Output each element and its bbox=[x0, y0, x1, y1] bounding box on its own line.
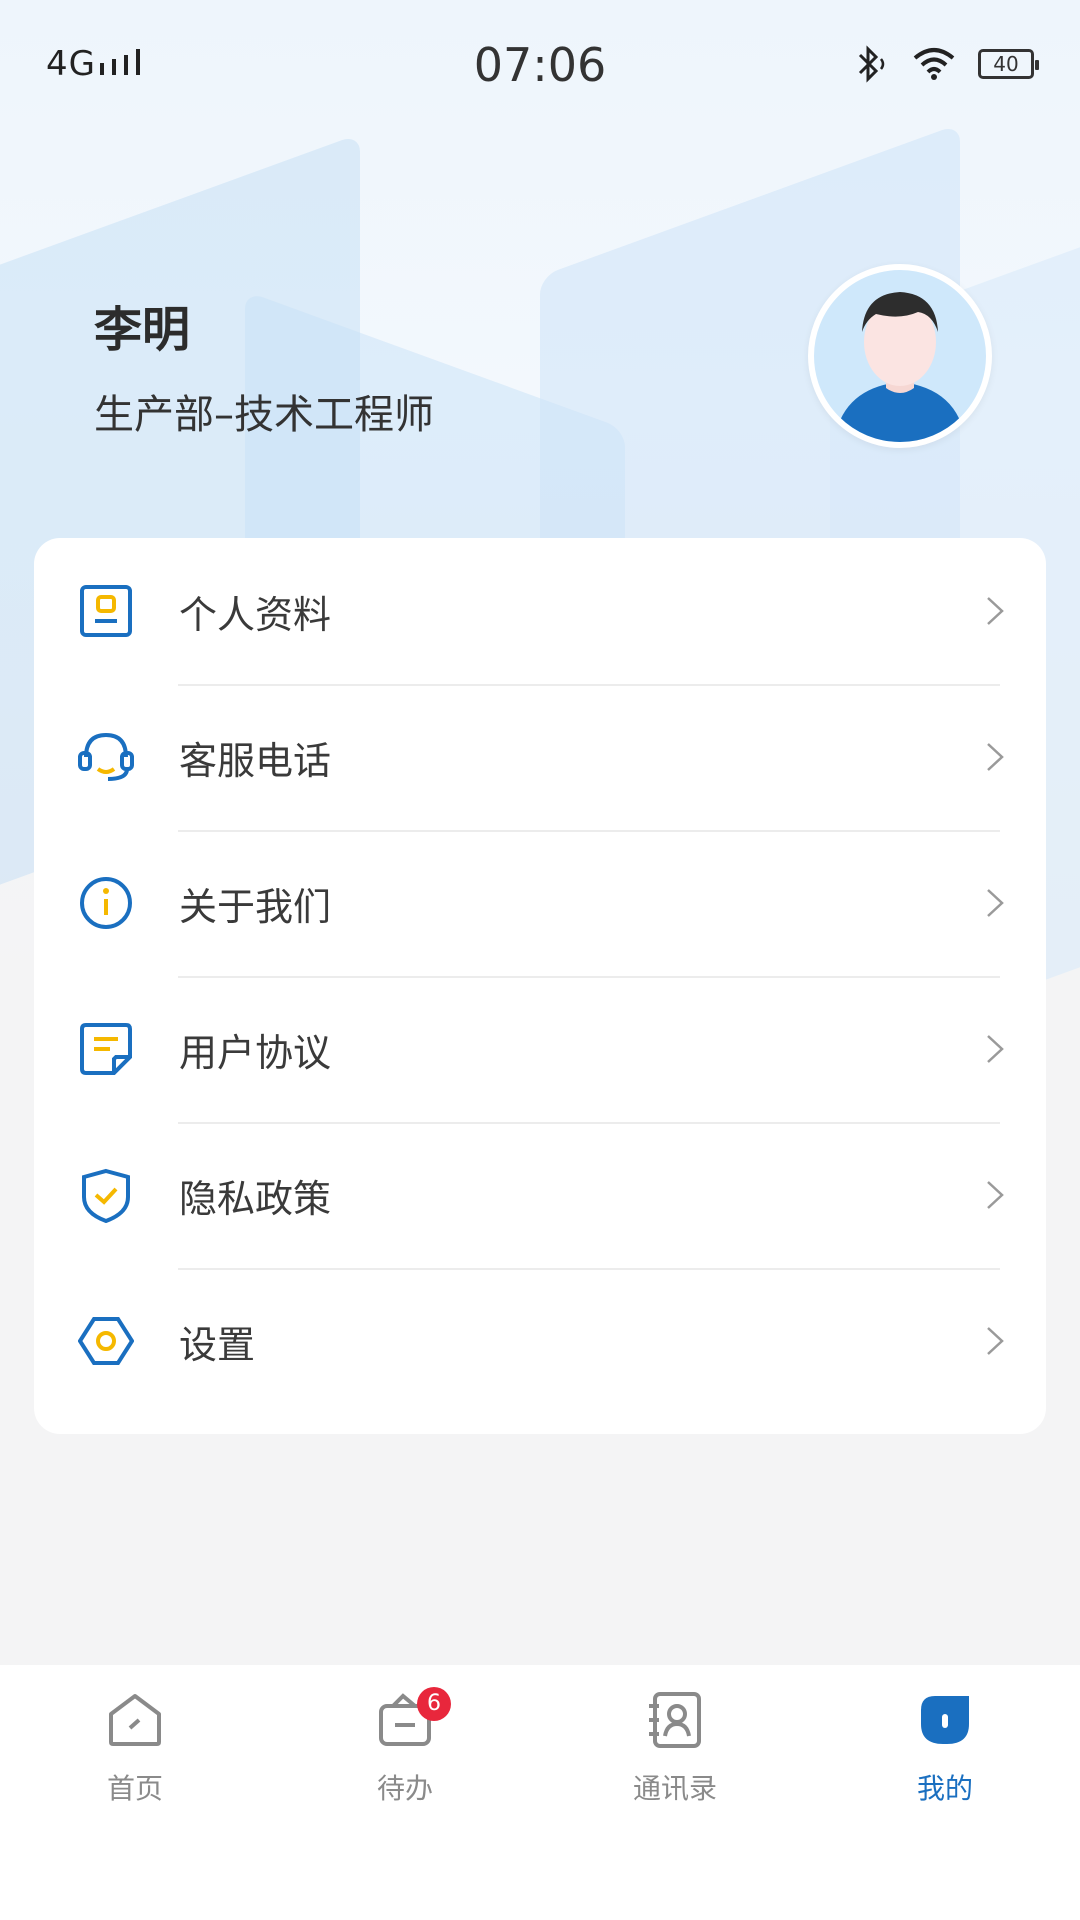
tab-contacts[interactable]: 通讯录 bbox=[540, 1665, 810, 1845]
tab-todo[interactable]: 6 待办 bbox=[270, 1665, 540, 1845]
agreement-icon bbox=[80, 1023, 132, 1075]
tab-mine[interactable]: 我的 bbox=[810, 1665, 1080, 1845]
bluetooth-icon bbox=[858, 45, 885, 83]
avatar[interactable] bbox=[808, 264, 992, 448]
home-icon bbox=[109, 1694, 161, 1746]
status-icons: 40 bbox=[854, 44, 1039, 84]
status-bar: 4G 07:06 40 bbox=[0, 0, 1080, 130]
tab-home[interactable]: 首页 bbox=[0, 1665, 270, 1845]
menu-item-profile[interactable]: 个人资料 bbox=[34, 538, 1046, 684]
menu-item-label: 隐私政策 bbox=[179, 1176, 332, 1221]
menu-item-label: 个人资料 bbox=[179, 592, 332, 637]
settings-icon bbox=[78, 1317, 134, 1365]
shield-icon bbox=[82, 1168, 130, 1223]
menu-item-label: 关于我们 bbox=[179, 884, 332, 929]
menu-item-label: 用户协议 bbox=[179, 1030, 332, 1075]
mine-icon bbox=[921, 1696, 969, 1744]
headset-icon bbox=[78, 732, 134, 781]
info-icon bbox=[80, 877, 132, 929]
menu-item-label: 设置 bbox=[179, 1322, 256, 1367]
battery-level: 40 bbox=[993, 52, 1019, 76]
contacts-icon bbox=[649, 1692, 701, 1748]
tab-label: 首页 bbox=[106, 1772, 163, 1805]
wifi-icon bbox=[913, 48, 955, 80]
user-department: 生产部–技术工程师 bbox=[94, 392, 434, 438]
tab-label: 待办 bbox=[376, 1772, 433, 1805]
menu-card: 个人资料 客服电话 关于我们 用户协议 隐私政策 设置 bbox=[34, 538, 1046, 1434]
tab-label: 我的 bbox=[916, 1772, 973, 1805]
chevron-right-icon bbox=[987, 889, 1004, 917]
menu-item-customer-service[interactable]: 客服电话 bbox=[34, 684, 1046, 830]
tab-label: 通讯录 bbox=[632, 1772, 717, 1805]
bottom-tab-bar: 首页 6 待办 通讯录 我的 bbox=[0, 1665, 1080, 1920]
chevron-right-icon bbox=[987, 1327, 1004, 1355]
menu-item-user-agreement[interactable]: 用户协议 bbox=[34, 976, 1046, 1122]
chevron-right-icon bbox=[987, 597, 1004, 625]
menu-item-about-us[interactable]: 关于我们 bbox=[34, 830, 1046, 976]
profile-card-icon bbox=[80, 585, 132, 637]
chevron-right-icon bbox=[987, 1035, 1004, 1063]
chevron-right-icon bbox=[987, 1181, 1004, 1209]
battery-indicator: 40 bbox=[978, 49, 1039, 79]
menu-item-label: 客服电话 bbox=[179, 738, 332, 783]
todo-count-badge: 6 bbox=[417, 1687, 451, 1721]
user-avatar-icon bbox=[834, 292, 966, 442]
menu-item-settings[interactable]: 设置 bbox=[34, 1268, 1046, 1414]
user-name: 李明 bbox=[94, 302, 191, 358]
chevron-right-icon bbox=[987, 743, 1004, 771]
menu-item-privacy-policy[interactable]: 隐私政策 bbox=[34, 1122, 1046, 1268]
